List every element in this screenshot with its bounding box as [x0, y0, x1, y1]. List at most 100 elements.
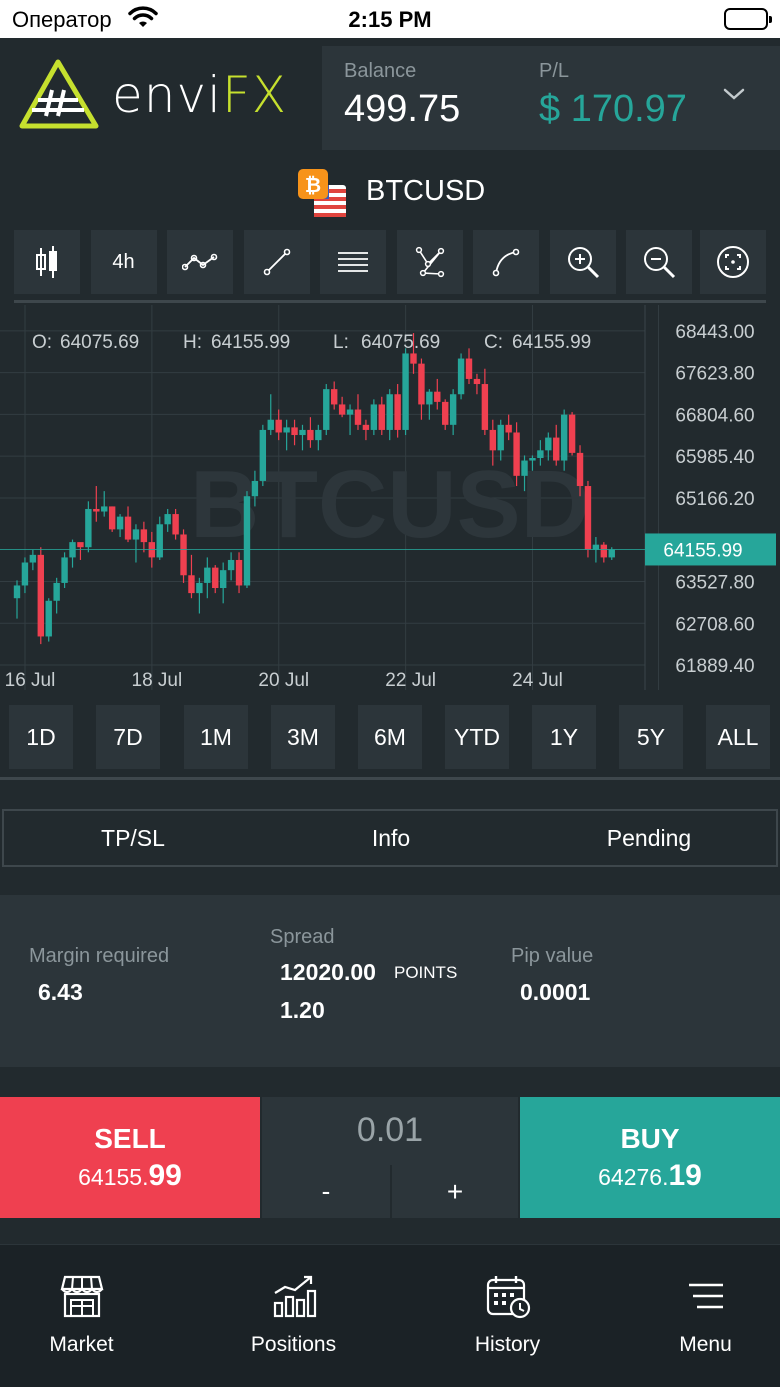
candle [283, 419, 290, 451]
ohlc-open-label: O: [32, 332, 52, 353]
ohlc-open-value: 64075.69 [60, 332, 139, 353]
spread-value-secondary: 1.20 [280, 997, 325, 1023]
history-calendar-icon [410, 1273, 605, 1319]
candle [378, 396, 385, 436]
candle [338, 396, 346, 418]
zoom-in-icon[interactable] [549, 230, 616, 294]
sell-label: SELL [94, 1123, 166, 1154]
candlestick-icon[interactable] [14, 230, 80, 294]
candle [21, 557, 29, 594]
line-series-icon[interactable] [167, 230, 233, 294]
candle [315, 424, 322, 451]
period-7d-button[interactable]: 7D [96, 705, 160, 769]
candle [418, 358, 425, 420]
y-tick-label: 61889.40 [675, 656, 754, 677]
market-store-icon [0, 1273, 179, 1319]
order-tabs: TP/SL Info Pending [2, 809, 778, 867]
y-tick-label: 65166.20 [675, 489, 754, 510]
horizontal-lines-icon[interactable] [320, 230, 386, 294]
nav-positions-label: Positions [250, 1333, 337, 1356]
candle [434, 378, 441, 410]
increase-button[interactable]: + [392, 1165, 518, 1218]
period-6m-button[interactable]: 6M [358, 705, 422, 769]
nav-market[interactable]: Market [0, 1245, 179, 1387]
clock: 2:15 PM [348, 7, 432, 32]
spread-unit: POINTS [394, 963, 458, 982]
candle [116, 514, 124, 538]
chevron-down-icon[interactable] [722, 86, 746, 107]
tab-info[interactable]: Info [262, 811, 520, 865]
spread-label: Spread [270, 926, 335, 948]
candle [394, 384, 401, 438]
candle [402, 348, 409, 436]
pl-value: $ 170.97 [539, 88, 687, 130]
nav-menu[interactable]: Menu [608, 1245, 780, 1387]
candle [354, 394, 362, 430]
bottom-navigation: Market Positions History Menu [0, 1244, 780, 1387]
period-5y-button[interactable]: 5Y [619, 705, 683, 769]
decrease-button[interactable]: - [262, 1165, 390, 1218]
positions-chart-icon [196, 1273, 391, 1319]
nav-menu-label: Menu [679, 1333, 732, 1356]
candle [93, 486, 100, 522]
x-tick-label: 18 Jul [132, 670, 183, 691]
period-selector: 1D 7D 1M 3M 6M YTD 1Y 5Y ALL [0, 705, 780, 769]
zoom-out-icon[interactable] [626, 230, 692, 294]
candle [259, 424, 267, 487]
candle [164, 508, 171, 532]
quantity-stepper: 0.01 - + [262, 1097, 518, 1218]
trend-line-icon[interactable] [243, 230, 310, 294]
spread-value: 12020.00 [280, 959, 376, 985]
period-1d-button[interactable]: 1D [9, 705, 73, 769]
candle [180, 529, 187, 583]
candle [45, 598, 52, 642]
candle [362, 419, 370, 441]
candle [156, 516, 163, 560]
svg-text:₿: ₿ [305, 173, 321, 197]
nav-positions[interactable]: Positions [196, 1245, 391, 1387]
y-tick-label: 63527.80 [675, 572, 754, 593]
period-all-button[interactable]: ALL [706, 705, 770, 769]
current-price-label: 64155.99 [663, 540, 742, 561]
pattern-icon[interactable] [396, 230, 463, 294]
margin-label: Margin required [29, 945, 170, 967]
bitcoin-us-flag-icon: ₿ [298, 169, 348, 219]
period-ytd-button[interactable]: YTD [445, 705, 509, 769]
period-3m-button[interactable]: 3M [271, 705, 335, 769]
ohlc-close-label: C: [484, 332, 503, 353]
candle [37, 547, 44, 645]
candle [473, 373, 481, 395]
fit-screen-icon[interactable] [700, 230, 766, 294]
buy-button[interactable]: BUY 64276.19 [520, 1097, 780, 1218]
timeframe-button[interactable]: 4h [90, 230, 157, 294]
tab-tpsl[interactable]: TP/SL [4, 811, 262, 865]
ohlc-close-value: 64155.99 [512, 332, 591, 353]
period-divider [0, 777, 780, 780]
chart-toolbar: 4h [14, 230, 766, 294]
symbol-header: ₿ BTCUSD [0, 165, 780, 220]
candle [13, 580, 21, 619]
candle [331, 381, 338, 410]
candle [291, 419, 298, 446]
quantity-input[interactable]: 0.01 [262, 1111, 518, 1150]
account-summary[interactable]: Balance 499.75 P/L $ 170.97 [322, 46, 780, 150]
x-tick-label: 16 Jul [5, 670, 56, 691]
period-1y-button[interactable]: 1Y [532, 705, 596, 769]
sell-button[interactable]: SELL 64155.99 [0, 1097, 260, 1218]
candle [568, 412, 576, 456]
candle [132, 524, 140, 563]
candle [370, 399, 378, 436]
tab-pending[interactable]: Pending [520, 811, 778, 865]
period-1m-button[interactable]: 1M [184, 705, 248, 769]
candle [235, 552, 243, 594]
candlestick-chart[interactable]: BTCUSD O: 64075.69 H: 64155.99 L: 64075.… [0, 305, 780, 700]
candle [465, 348, 473, 385]
current-price-tag: 64155.99 [645, 533, 776, 566]
curve-icon[interactable] [473, 230, 539, 294]
ohlc-high-value: 64155.99 [211, 332, 290, 353]
candle [584, 480, 592, 558]
price-chart[interactable]: BTCUSD O: 64075.69 H: 64155.99 L: 64075.… [0, 305, 780, 700]
nav-history[interactable]: History [410, 1245, 605, 1387]
candle [140, 521, 148, 553]
pip-value: 0.0001 [520, 979, 591, 1005]
